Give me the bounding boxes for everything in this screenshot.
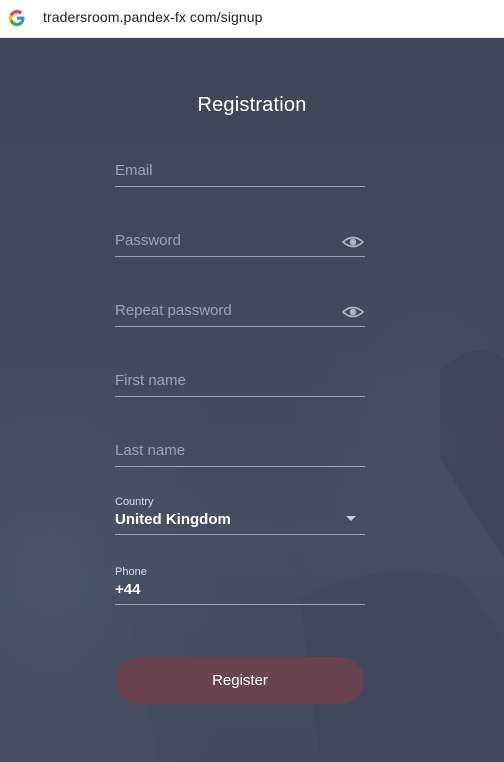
repeat-password-placeholder: Repeat password	[115, 302, 232, 319]
registration-page: Registration Email Password Repeat passw…	[0, 38, 504, 762]
phone-label: Phone	[115, 566, 147, 578]
url-text[interactable]: tradersroom.pandex-fx com/signup	[43, 9, 263, 25]
eye-icon[interactable]	[342, 234, 364, 250]
first-name-field[interactable]: First name	[115, 356, 365, 397]
phone-field[interactable]: Phone +44	[115, 564, 365, 605]
country-select[interactable]: Country United Kingdom	[115, 494, 365, 535]
password-placeholder: Password	[115, 232, 181, 249]
caret-down-icon[interactable]	[346, 516, 356, 521]
email-field[interactable]: Email	[115, 146, 365, 187]
phone-value[interactable]: +44	[115, 581, 140, 598]
browser-address-bar[interactable]: tradersroom.pandex-fx com/signup	[0, 0, 504, 38]
first-name-placeholder: First name	[115, 372, 186, 389]
password-field[interactable]: Password	[115, 216, 365, 257]
country-label: Country	[115, 496, 154, 508]
country-value: United Kingdom	[115, 511, 231, 528]
page-title: Registration	[197, 94, 307, 116]
last-name-placeholder: Last name	[115, 442, 186, 459]
email-placeholder: Email	[115, 162, 153, 179]
eye-icon[interactable]	[342, 304, 364, 320]
google-g-icon	[9, 10, 25, 26]
repeat-password-field[interactable]: Repeat password	[115, 286, 365, 327]
last-name-field[interactable]: Last name	[115, 426, 365, 467]
register-button[interactable]: Register	[116, 657, 364, 704]
